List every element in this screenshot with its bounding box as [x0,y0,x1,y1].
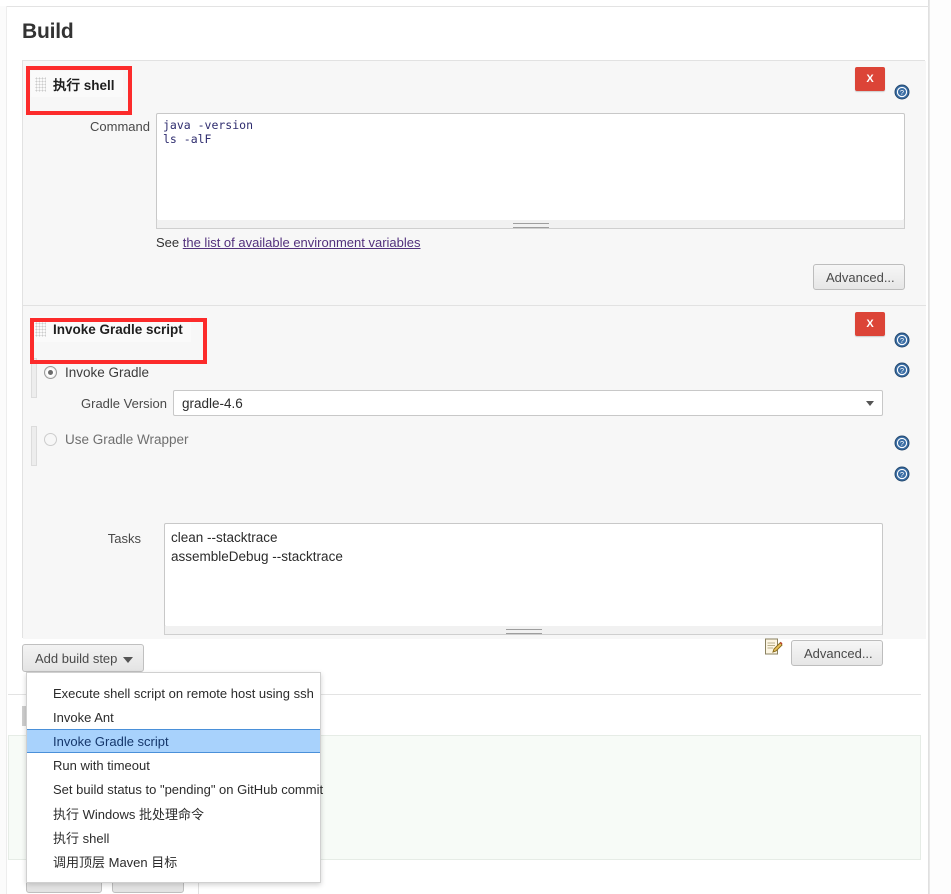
gradle-option-rail-1 [31,358,37,398]
gradle-advanced-button[interactable]: Advanced... [791,640,883,666]
gradle-option-rail-2 [31,426,37,466]
delete-gradle-step-button[interactable]: X [855,312,885,336]
top-divider [0,6,929,7]
help-icon-gradle-version[interactable]: ? [894,362,910,378]
radio-use-gradle-wrapper[interactable]: Use Gradle Wrapper [44,432,189,447]
menu-item-invoke-ant[interactable]: Invoke Ant [27,705,320,729]
gradle-version-select[interactable]: gradle-4.6 [173,390,883,416]
page-frame: Build 执行 shell X Command See the list of… [0,0,929,894]
svg-text:?: ? [900,439,904,448]
svg-text:?: ? [900,366,904,375]
command-label: Command [90,119,150,134]
gradle-step-title: Invoke Gradle script [53,321,183,337]
menu-item-windows-batch-command[interactable]: 执行 Windows 批处理命令 [27,801,320,825]
gradle-step-header[interactable]: Invoke Gradle script [31,316,191,342]
drag-grip-icon[interactable] [35,76,46,92]
menu-item-run-with-timeout[interactable]: Run with timeout [27,753,320,777]
help-icon-tasks[interactable]: ? [894,466,910,482]
radio-invoke-gradle-label: Invoke Gradle [65,365,150,380]
tasks-textarea[interactable] [164,523,883,627]
build-step-gradle: Invoke Gradle script X Invoke Gradle Gra… [23,306,926,666]
menu-item-invoke-gradle-script[interactable]: Invoke Gradle script [27,729,320,753]
svg-text:?: ? [900,88,904,97]
page-title: Build [22,20,74,43]
menu-item-execute-shell-remote-ssh[interactable]: Execute shell script on remote host usin… [27,681,320,705]
add-build-step-button[interactable]: Add build step [22,644,145,672]
help-icon-gradle-step[interactable]: ? [894,332,910,348]
svg-text:?: ? [900,470,904,479]
build-step-shell: 执行 shell X Command See the list of avail… [23,61,926,306]
chevron-down-icon [866,401,874,406]
env-vars-hint: See the list of available environment va… [156,235,421,250]
shell-step-header[interactable]: 执行 shell [31,71,123,97]
notepad-edit-icon[interactable] [763,637,783,657]
gradle-version-value: gradle-4.6 [182,395,243,411]
menu-item-set-build-status-github[interactable]: Set build status to "pending" on GitHub … [27,777,323,801]
help-icon-gradle-wrapper[interactable]: ? [894,435,910,451]
svg-text:?: ? [900,336,904,345]
left-rail [0,6,7,894]
chevron-down-icon [123,657,134,663]
add-build-step-menu[interactable]: Execute shell script on remote host usin… [26,672,323,883]
radio-invoke-gradle-dot[interactable] [44,366,57,379]
shell-advanced-button[interactable]: Advanced... [813,264,905,290]
radio-invoke-gradle[interactable]: Invoke Gradle [44,365,149,380]
drag-grip-icon[interactable] [35,321,46,337]
right-gutter [929,0,951,894]
tasks-resize-handle[interactable] [164,626,883,635]
menu-item-execute-shell[interactable]: 执行 shell [27,825,320,849]
env-vars-link[interactable]: the list of available environment variab… [183,235,421,250]
gradle-version-label: Gradle Version [81,396,167,411]
delete-shell-step-button[interactable]: X [855,67,885,91]
radio-use-gradle-wrapper-dot[interactable] [44,433,57,446]
command-resize-handle[interactable] [156,220,905,229]
menu-item-invoke-top-level-maven[interactable]: 调用顶层 Maven 目标 [27,849,320,873]
shell-step-title: 执行 shell [53,78,115,93]
env-vars-hint-prefix: See [156,235,183,250]
tasks-label: Tasks [107,531,141,546]
build-steps-container: 执行 shell X Command See the list of avail… [22,60,926,666]
jenkins-build-config-page: Build 执行 shell X Command See the list of… [0,0,951,894]
help-icon-shell-command[interactable]: ? [894,84,910,100]
radio-use-gradle-wrapper-label: Use Gradle Wrapper [65,432,189,447]
add-build-step-label: Add build step [35,650,118,666]
command-textarea[interactable] [156,113,905,221]
